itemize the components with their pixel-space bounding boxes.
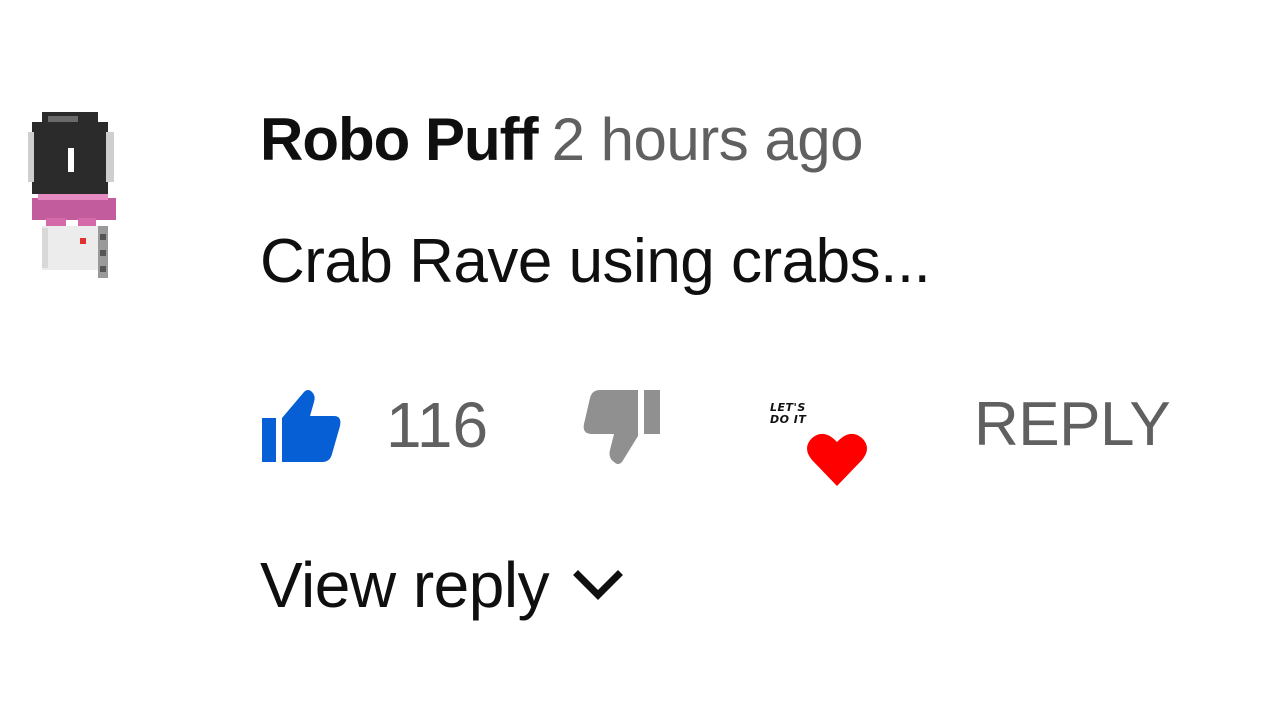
like-button[interactable] bbox=[260, 388, 344, 464]
badge-text-line2: DO IT bbox=[770, 413, 807, 426]
creator-heart-icon bbox=[807, 433, 867, 486]
creator-heart-badge: LET'S DO IT bbox=[770, 402, 806, 426]
comment-action-bar: 116 LET'S DO IT REPLY bbox=[260, 380, 1220, 486]
avatar[interactable] bbox=[28, 108, 120, 288]
view-replies-toggle[interactable]: View reply bbox=[260, 540, 624, 630]
dislike-button[interactable] bbox=[582, 388, 664, 468]
view-replies-label: View reply bbox=[260, 549, 550, 621]
reply-button[interactable]: REPLY bbox=[974, 380, 1171, 470]
comment-text: Crab Rave using crabs... bbox=[260, 227, 931, 296]
comment-thread: Robo Puff 2 hours ago Crab Rave using cra… bbox=[0, 0, 1280, 720]
comment-header: Robo Puff 2 hours ago bbox=[260, 100, 864, 196]
thumb-down-icon bbox=[583, 390, 660, 464]
like-count: 116 bbox=[386, 389, 489, 461]
thumb-up-icon bbox=[262, 390, 341, 462]
chevron-down-icon bbox=[572, 570, 623, 600]
creator-heart[interactable]: LET'S DO IT bbox=[770, 400, 870, 490]
comment-timestamp[interactable]: 2 hours ago bbox=[552, 106, 864, 173]
author-name[interactable]: Robo Puff bbox=[260, 106, 539, 173]
pixel-robot-avatar-icon bbox=[28, 112, 116, 278]
